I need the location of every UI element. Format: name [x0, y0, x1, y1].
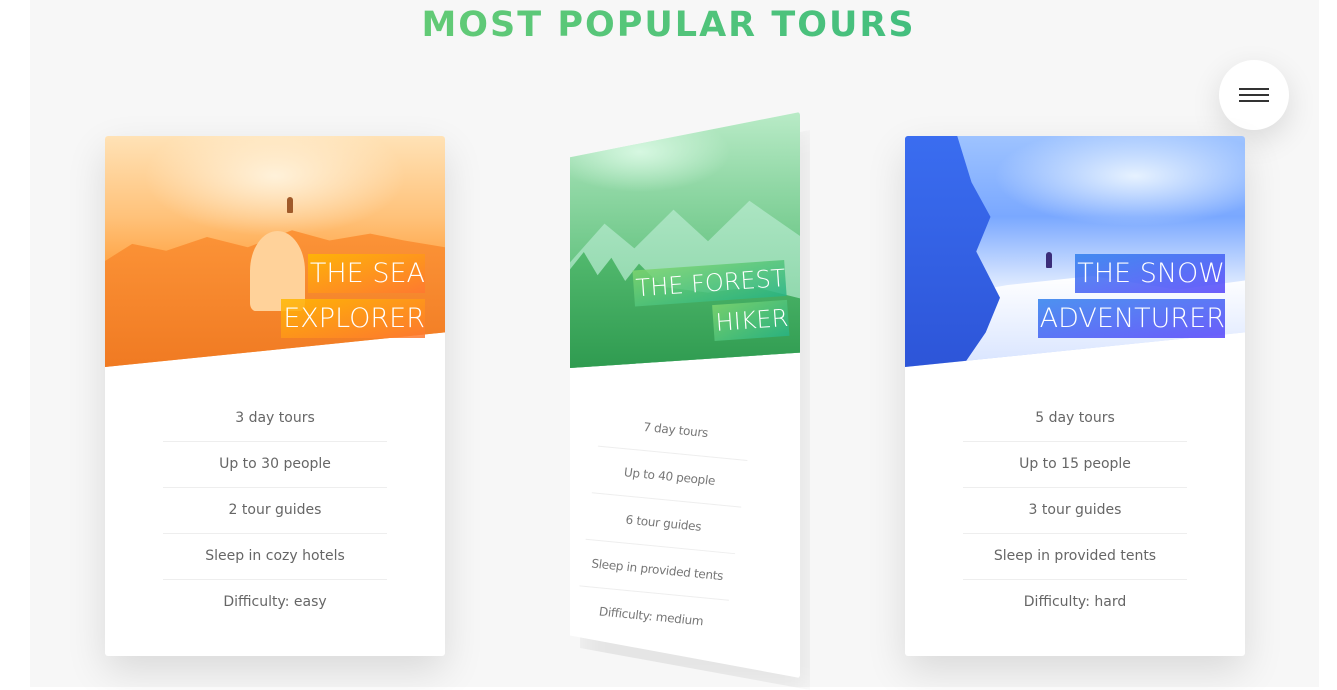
tour-card-title: THE SEA EXPLORER: [225, 251, 425, 342]
tour-detail-item: 3 day tours: [163, 396, 387, 442]
tour-details-list: 3 day tours Up to 30 people 2 tour guide…: [163, 396, 387, 625]
tour-card-title-line-1: THE FOREST: [632, 259, 787, 307]
tour-detail-item: 5 day tours: [963, 396, 1187, 442]
tour-detail-item: 3 tour guides: [963, 488, 1187, 534]
tour-detail-item: Difficulty: easy: [223, 594, 327, 610]
tour-detail-item: Sleep in cozy hotels: [163, 534, 387, 580]
tour-card-title: THE SNOW ADVENTURER: [965, 251, 1225, 342]
tour-card-sea-explorer[interactable]: THE SEA EXPLORER 3 day tours Up to 30 pe…: [105, 136, 445, 656]
section-heading: MOST POPULAR TOURS: [0, 5, 1337, 45]
tour-card-title-line-2: ADVENTURER: [1037, 299, 1225, 339]
hamburger-menu-icon: [1239, 94, 1269, 96]
hiker-figure: [287, 197, 293, 213]
tour-card-forest-hiker[interactable]: THE FOREST HIKER 7 day tours Up to 40 pe…: [570, 112, 800, 678]
tour-detail-item: Difficulty: hard: [1023, 594, 1127, 610]
tour-detail-item: Up to 15 people: [963, 442, 1187, 488]
tour-details-list: 5 day tours Up to 15 people 3 tour guide…: [963, 396, 1187, 625]
hamburger-menu-icon: [1239, 100, 1269, 102]
tour-card-title-line-1: THE SNOW: [1075, 254, 1225, 293]
tour-card-snow-adventurer[interactable]: THE SNOW ADVENTURER 5 day tours Up to 15…: [905, 136, 1245, 656]
tour-detail-item: Up to 30 people: [163, 442, 387, 488]
tour-card-title-line-1: THE SEA: [307, 254, 425, 293]
tour-card-title-line-2: EXPLORER: [281, 299, 425, 339]
tour-details-list: 7 day tours Up to 40 people 6 tour guide…: [573, 400, 754, 646]
menu-button[interactable]: [1219, 60, 1289, 130]
tour-detail-item: 2 tour guides: [163, 488, 387, 534]
tour-detail-item: Sleep in provided tents: [963, 534, 1187, 580]
tour-card-title: THE FOREST HIKER: [584, 258, 790, 352]
hamburger-menu-icon: [1239, 88, 1269, 90]
tour-card-title-line-2: HIKER: [712, 300, 790, 342]
